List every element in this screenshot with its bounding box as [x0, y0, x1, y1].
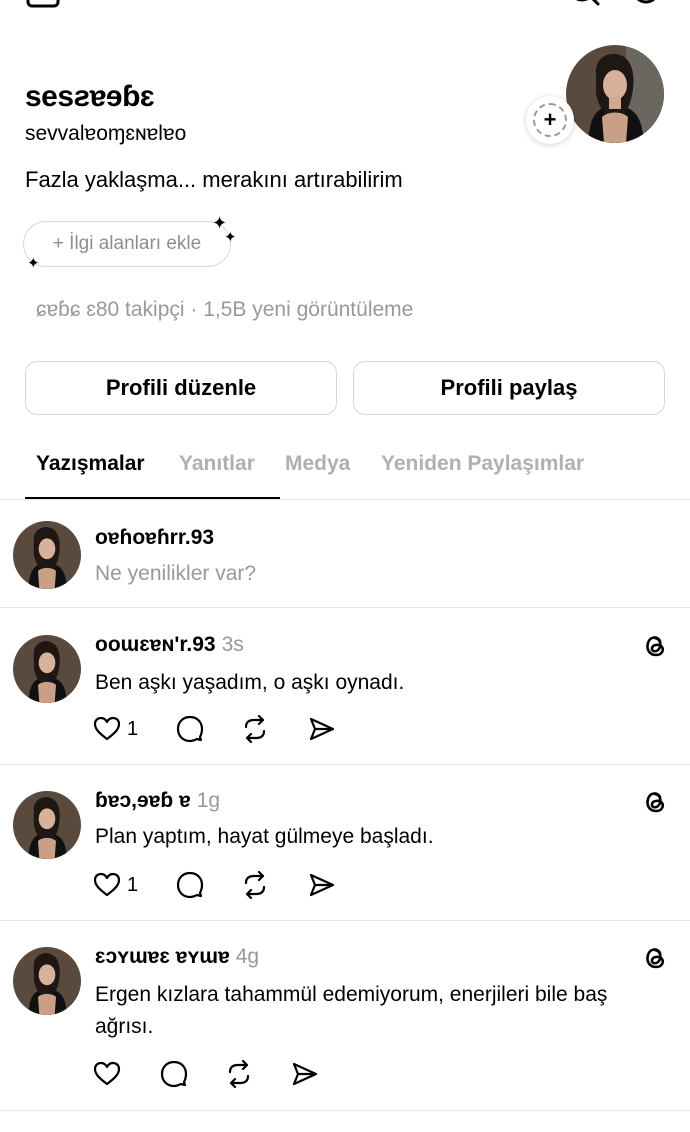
repost-icon [228, 1060, 250, 1088]
comment-icon [176, 871, 204, 899]
thread-post[interactable]: ɓɐɔ,ɘɐɓ ɐ 1g Plan yaptım, hayat gülmeye b… [0, 765, 690, 921]
search-icon[interactable] [566, 0, 602, 10]
profile-actions: Profili düzenle Profili paylaş [25, 361, 665, 415]
avatar [13, 521, 81, 589]
share-button[interactable] [291, 1059, 319, 1089]
like-button[interactable]: 1 [93, 870, 138, 900]
post-actions [93, 1059, 393, 1089]
tab-threads[interactable]: Yazışmalar [36, 452, 145, 476]
tab-replies[interactable]: Yanıtlar [179, 452, 255, 476]
comment-icon [160, 1060, 188, 1088]
heart-icon [93, 1061, 121, 1086]
heart-icon [93, 872, 121, 897]
send-icon [309, 717, 335, 741]
share-button[interactable] [308, 870, 336, 900]
avatar[interactable] [13, 791, 81, 859]
top-bar [0, 0, 690, 14]
sparkle-icon: ✦ [27, 255, 40, 272]
send-icon [292, 1062, 318, 1086]
like-button[interactable]: 1 [93, 714, 138, 744]
profile-name: sesƨɐɘɓɛ [25, 80, 155, 113]
sparkle-icon: ✦ [224, 229, 237, 246]
repost-button[interactable] [225, 1059, 253, 1089]
heart-icon [93, 716, 121, 741]
profile-avatar[interactable] [566, 45, 664, 143]
post-username[interactable]: ɛɔʏɯɐɛ ɐʏɯɐ 4g [95, 945, 259, 969]
tab-media[interactable]: Medya [285, 452, 350, 476]
add-interests-button[interactable]: + İlgi alanları ekle [23, 221, 231, 267]
post-actions: 1 [93, 714, 393, 744]
profile-handle: sevvalɐoɱɛɴɐlɐo [25, 122, 187, 145]
tab-reposts[interactable]: Yeniden Paylaşımlar [381, 452, 584, 476]
threads-logo-icon [646, 948, 665, 969]
profile-tabs: Yazışmalar Yanıtlar Medya Yeniden Paylaş… [0, 452, 690, 500]
edit-profile-button[interactable]: Profili düzenle [25, 361, 337, 415]
post-time: 3s [221, 633, 244, 656]
composer-input[interactable]: Ne yenilikler var? [95, 562, 256, 586]
comment-icon [176, 715, 204, 743]
send-icon [309, 873, 335, 897]
reply-button[interactable] [176, 714, 204, 744]
threads-logo-icon [646, 792, 665, 813]
repost-icon [244, 715, 266, 743]
follower-stats[interactable]: ɕɐɓɕ ɛ80 takipçi · 1,5B yeni görüntüleme [36, 298, 413, 322]
reply-button[interactable] [160, 1059, 188, 1089]
like-button[interactable] [93, 1059, 121, 1089]
reply-button[interactable] [176, 870, 204, 900]
plus-icon: + [533, 103, 567, 137]
share-button[interactable] [308, 714, 336, 744]
post-time: 1g [196, 789, 221, 812]
post-time: 4g [235, 945, 260, 968]
repost-button[interactable] [241, 714, 269, 744]
like-count: 1 [127, 717, 139, 740]
thread-post[interactable]: ɛɔʏɯɐɛ ɐʏɯɐ 4g Ergen kızlara tahammül ede… [0, 921, 690, 1111]
repost-button[interactable] [241, 870, 269, 900]
share-profile-button[interactable]: Profili paylaş [353, 361, 665, 415]
repost-icon [244, 871, 266, 899]
threads-logo-icon [646, 636, 665, 657]
like-count: 1 [127, 873, 139, 896]
post-actions: 1 [93, 870, 393, 900]
post-text: Plan yaptım, hayat gülmeye başladı. [95, 825, 434, 848]
post-username[interactable]: ɓɐɔ,ɘɐɓ ɐ 1g [95, 789, 220, 813]
post-text: Ergen kızlara tahammül edemiyorum, enerj… [95, 983, 608, 1038]
avatar[interactable] [13, 947, 81, 1015]
profile-bio: Fazla yaklaşma... merakını artırabilirim [25, 167, 403, 192]
menu-icon[interactable] [26, 0, 62, 10]
post-username[interactable]: ooɯɛɐɴ'r.93 3s [95, 633, 244, 657]
post-text: Ben aşkı yaşadım, o aşkı oynadı. [95, 671, 405, 694]
add-story-button[interactable]: + [526, 96, 574, 144]
new-thread-composer[interactable]: oɐɦoɐɦrr.93 Ne yenilikler var? [0, 500, 690, 608]
settings-icon[interactable] [628, 0, 664, 10]
avatar[interactable] [13, 635, 81, 703]
thread-post[interactable]: ooɯɛɐɴ'r.93 3s Ben aşkı yaşadım, o aşkı o… [0, 609, 690, 765]
composer-username: oɐɦoɐɦrr.93 [95, 526, 215, 549]
